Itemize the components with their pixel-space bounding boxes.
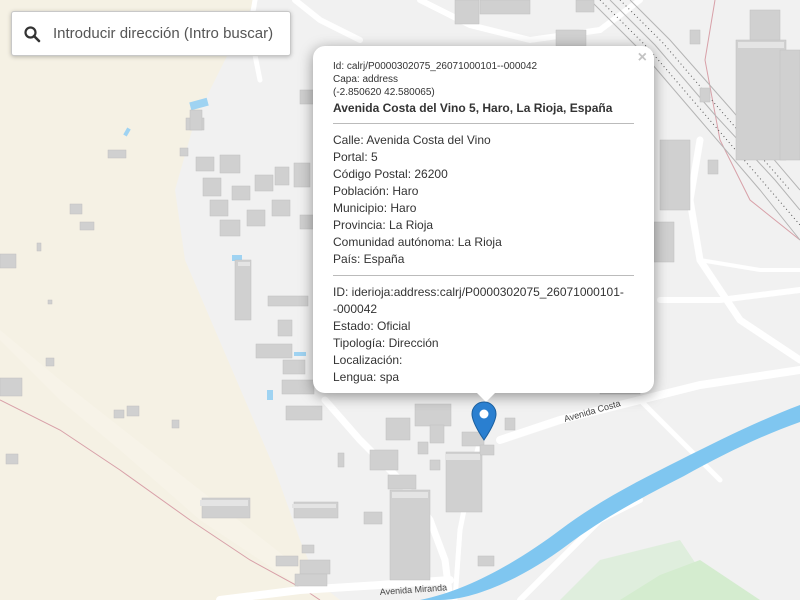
popup-field-provincia: Provincia: La Rioja xyxy=(333,218,434,232)
popup-field-pais: País: España xyxy=(333,252,405,266)
popup-layer-line: Capa: address xyxy=(333,74,399,85)
popup-title: Avenida Costa del Vino 5, Haro, La Rioja… xyxy=(333,101,613,115)
popup-field-id: ID: iderioja:address:calrj/P0000302075_2… xyxy=(333,285,624,299)
location-marker-icon[interactable] xyxy=(471,401,497,441)
popup-field-lengua: Lengua: spa xyxy=(333,370,400,384)
address-search-box xyxy=(11,11,291,56)
address-info-popup: × Id: calrj/P0000302075_26071000101--000… xyxy=(313,46,654,393)
popup-field-portal: Portal: 5 xyxy=(333,150,378,164)
popup-divider-2 xyxy=(333,275,634,276)
popup-field-id-cont: -000042 xyxy=(333,302,378,316)
address-search-input[interactable] xyxy=(53,25,288,42)
popup-field-tipologia: Tipología: Dirección xyxy=(333,336,439,350)
popup-field-calle: Calle: Avenida Costa del Vino xyxy=(333,133,491,147)
popup-id-line: Id: calrj/P0000302075_26071000101--00004… xyxy=(333,61,538,72)
popup-field-comunidad: Comunidad autónoma: La Rioja xyxy=(333,235,502,249)
popup-divider-1 xyxy=(333,123,634,124)
popup-field-poblacion: Población: Haro xyxy=(333,184,419,198)
popup-field-estado: Estado: Oficial xyxy=(333,319,411,333)
popup-coords-line: (-2.850620 42.580065) xyxy=(333,87,435,98)
search-icon[interactable] xyxy=(23,25,41,43)
popup-field-localizacion: Localización: xyxy=(333,353,403,367)
close-icon[interactable]: × xyxy=(638,49,647,67)
popup-field-codigo-postal: Código Postal: 26200 xyxy=(333,167,448,181)
popup-field-municipio: Municipio: Haro xyxy=(333,201,417,215)
